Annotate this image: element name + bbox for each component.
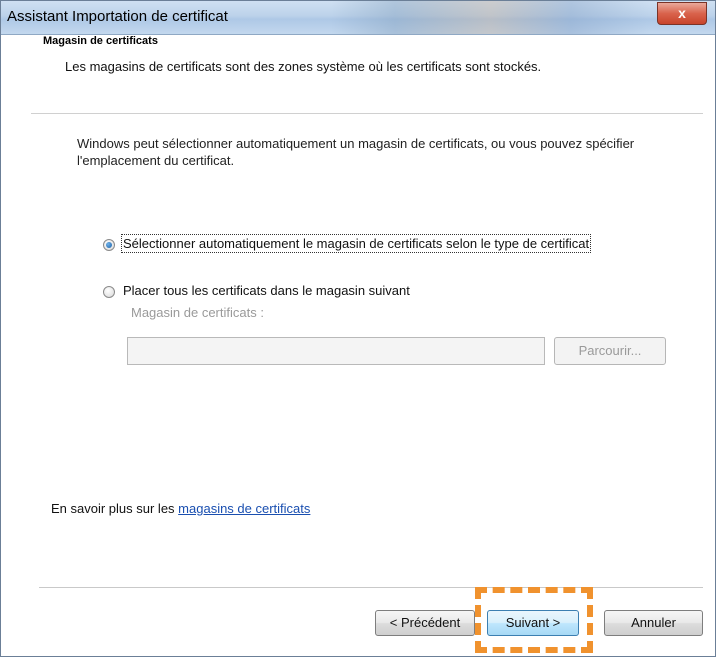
close-icon: x bbox=[678, 5, 686, 21]
auto-select-radio-label[interactable]: Sélectionner automatiquement le magasin … bbox=[120, 234, 592, 253]
footer-divider bbox=[39, 587, 703, 588]
close-button[interactable]: x bbox=[657, 2, 707, 25]
back-button[interactable]: < Précédent bbox=[375, 610, 475, 636]
place-in-store-radio-label[interactable]: Placer tous les certificats dans le maga… bbox=[123, 283, 410, 298]
cancel-button[interactable]: Annuler bbox=[604, 610, 703, 636]
radio-selected-dot bbox=[106, 242, 112, 248]
window-title: Assistant Importation de certificat bbox=[7, 8, 228, 25]
certificate-import-wizard-window: Assistant Importation de certificat x Ma… bbox=[0, 0, 716, 657]
page-title: Magasin de certificats bbox=[43, 35, 158, 47]
intro-text: Windows peut sélectionner automatiquemen… bbox=[77, 136, 635, 168]
browse-button[interactable]: Parcourir... bbox=[554, 337, 666, 365]
place-in-store-radio[interactable] bbox=[103, 286, 115, 298]
learn-more-text: En savoir plus sur les magasins de certi… bbox=[51, 501, 310, 516]
certificate-stores-link[interactable]: magasins de certificats bbox=[178, 501, 310, 516]
title-bar[interactable]: Assistant Importation de certificat x bbox=[1, 1, 715, 35]
next-button[interactable]: Suivant > bbox=[487, 610, 579, 636]
page-description: Les magasins de certificats sont des zon… bbox=[65, 59, 542, 74]
learn-more-prefix: En savoir plus sur les bbox=[51, 501, 179, 516]
header-divider bbox=[31, 113, 703, 114]
auto-select-radio[interactable] bbox=[103, 239, 115, 251]
title-bar-background bbox=[331, 1, 651, 34]
certificate-store-label: Magasin de certificats : bbox=[131, 305, 264, 320]
certificate-store-field[interactable] bbox=[127, 337, 545, 365]
